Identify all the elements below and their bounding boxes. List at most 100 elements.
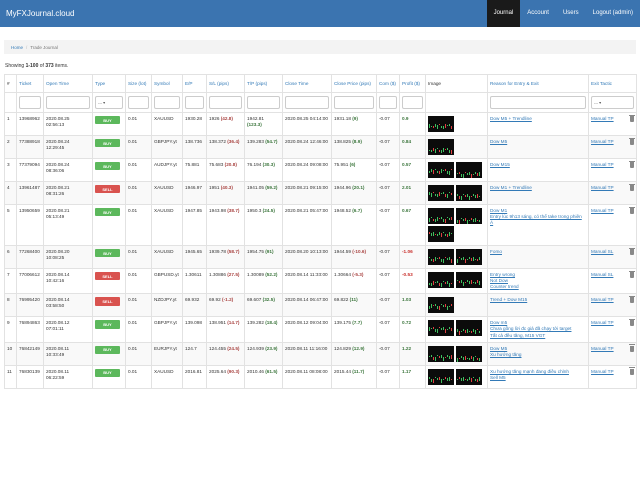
tactic-wrap: Manual TP xyxy=(591,114,635,122)
thumbnail-group xyxy=(428,368,485,385)
reason-link[interactable]: Dow M15 xyxy=(490,162,586,168)
filter-cell xyxy=(376,92,400,113)
filter-input[interactable] xyxy=(285,96,329,109)
trash-icon[interactable] xyxy=(629,318,635,327)
open-clock: 08:36:06 xyxy=(46,168,65,174)
trash-icon[interactable] xyxy=(629,160,635,168)
filter-input[interactable] xyxy=(402,96,423,109)
filter-select[interactable]: --- ▾ xyxy=(591,96,634,109)
reason-link[interactable]: Trend + Dow M15 xyxy=(490,297,586,303)
chart-thumbnail[interactable] xyxy=(456,162,482,178)
filter-input[interactable] xyxy=(185,96,204,109)
chart-thumbnail[interactable] xyxy=(428,226,454,242)
column-header[interactable]: Exit Tactic xyxy=(588,74,637,93)
filter-input[interactable] xyxy=(154,96,180,109)
filter-input[interactable] xyxy=(334,96,374,109)
reason-link[interactable]: Entry lúc 9h13 sáng, có thể take trong p… xyxy=(490,214,586,226)
trash-icon[interactable] xyxy=(629,206,635,214)
filter-input[interactable] xyxy=(19,96,41,109)
close-price-cell: 138.825 (8.9) xyxy=(331,135,377,159)
trash-icon[interactable] xyxy=(629,270,635,278)
reason-link[interactable]: Dow M5 xyxy=(490,139,586,145)
filter-select[interactable]: --- ▾ xyxy=(95,96,123,109)
column-header[interactable]: Reason for Entry & Exit xyxy=(487,74,589,93)
reason-link[interactable]: Xu hướng tăng xyxy=(490,352,586,358)
exit-tactic-link[interactable]: Manual SL xyxy=(591,249,613,255)
take-profit-price: 76.194 xyxy=(247,162,263,167)
close-time-cell: 2020.08.11 08:08:00 xyxy=(282,364,332,389)
trash-icon[interactable] xyxy=(629,367,635,375)
commission-cell: -0.07 xyxy=(376,293,400,318)
exit-tactic-link[interactable]: Manual TP xyxy=(591,208,614,214)
chart-thumbnail[interactable] xyxy=(428,185,454,201)
exit-tactic-link[interactable]: Manual TP xyxy=(591,139,614,145)
chart-thumbnail[interactable] xyxy=(428,162,454,178)
exit-tactic-link[interactable]: Manual TP xyxy=(591,369,614,375)
column-header[interactable]: Close Time xyxy=(282,74,332,93)
filter-input[interactable] xyxy=(490,96,586,109)
column-header[interactable]: E/P xyxy=(182,74,207,93)
thumbnail-group xyxy=(428,249,485,265)
column-header[interactable]: Profit ($) xyxy=(399,74,426,93)
reason-link[interactable]: Tất cả đều tăng, M15 VGT xyxy=(490,333,586,339)
filter-input[interactable] xyxy=(46,96,90,109)
filter-input[interactable] xyxy=(247,96,280,109)
brand-logo[interactable]: MyFXJournal.cloud xyxy=(0,0,74,27)
chart-thumbnail[interactable] xyxy=(456,249,482,265)
trash-icon[interactable] xyxy=(629,137,635,145)
chart-thumbnail[interactable] xyxy=(428,208,454,224)
breadcrumb-home[interactable]: Home xyxy=(11,45,23,50)
trash-icon[interactable] xyxy=(629,247,635,255)
chart-thumbnail[interactable] xyxy=(428,320,454,337)
close-pips: (6) xyxy=(349,162,356,167)
column-header[interactable]: Symbol xyxy=(151,74,183,93)
chart-thumbnail[interactable] xyxy=(428,297,454,314)
commission-cell: -0.07 xyxy=(376,135,400,159)
column-header[interactable]: T/P (pips) xyxy=(244,74,283,93)
chart-thumbnail[interactable] xyxy=(428,272,454,288)
chart-thumbnail[interactable] xyxy=(456,208,482,224)
reason-link[interactable]: Counter trend xyxy=(490,284,586,290)
chart-thumbnail[interactable] xyxy=(428,139,454,155)
nav-users[interactable]: Users xyxy=(556,0,586,27)
trash-icon[interactable] xyxy=(629,114,635,122)
exit-tactic-link[interactable]: Manual TP xyxy=(591,116,614,122)
chart-thumbnail[interactable] xyxy=(456,185,482,201)
trash-icon[interactable] xyxy=(629,183,635,191)
trash-icon[interactable] xyxy=(629,295,635,304)
chart-thumbnail[interactable] xyxy=(456,368,482,385)
column-header[interactable]: S/L (pips) xyxy=(206,74,245,93)
exit-tactic-link[interactable]: Manual TP xyxy=(591,297,614,303)
size-cell: 0.01 xyxy=(125,112,152,136)
chart-thumbnail[interactable] xyxy=(456,320,482,337)
chart-thumbnail[interactable] xyxy=(456,272,482,288)
exit-tactic-link[interactable]: Manual SL xyxy=(591,272,613,278)
nav-logout[interactable]: Logout (admin) xyxy=(586,0,640,27)
column-header[interactable]: Ticket xyxy=(16,74,44,93)
exit-tactic-link[interactable]: Manual TP xyxy=(591,346,614,352)
profit-cell: 0.57 xyxy=(399,158,426,182)
filter-input[interactable] xyxy=(379,96,397,109)
column-header[interactable]: Com ($) xyxy=(376,74,400,93)
column-header[interactable]: Type xyxy=(92,74,126,93)
reason-link[interactable]: Dow M5 + Trendline xyxy=(490,116,586,122)
chart-thumbnail[interactable] xyxy=(428,116,454,132)
filter-input[interactable] xyxy=(128,96,149,109)
chart-thumbnail[interactable] xyxy=(456,345,482,362)
filter-input[interactable] xyxy=(209,96,242,109)
trash-icon[interactable] xyxy=(629,344,635,352)
exit-tactic-link[interactable]: Manual TP xyxy=(591,185,614,191)
nav-account[interactable]: Account xyxy=(520,0,556,27)
chart-thumbnail[interactable] xyxy=(428,249,454,265)
chart-thumbnail[interactable] xyxy=(428,345,454,362)
column-header[interactable]: Size (lot) xyxy=(125,74,152,93)
reason-link[interactable]: Fomo xyxy=(490,249,586,255)
exit-tactic-link[interactable]: Manual TP xyxy=(591,162,614,168)
reason-link[interactable]: Dow M1 + Trendline xyxy=(490,185,586,191)
exit-tactic-link[interactable]: Manual TP xyxy=(591,320,614,326)
chart-thumbnail[interactable] xyxy=(428,368,454,385)
reason-link[interactable]: Sell M5 xyxy=(490,375,586,381)
nav-journal[interactable]: Journal xyxy=(486,0,521,27)
column-header[interactable]: Close Price (pips) xyxy=(331,74,377,93)
column-header[interactable]: Open Time xyxy=(43,74,93,93)
